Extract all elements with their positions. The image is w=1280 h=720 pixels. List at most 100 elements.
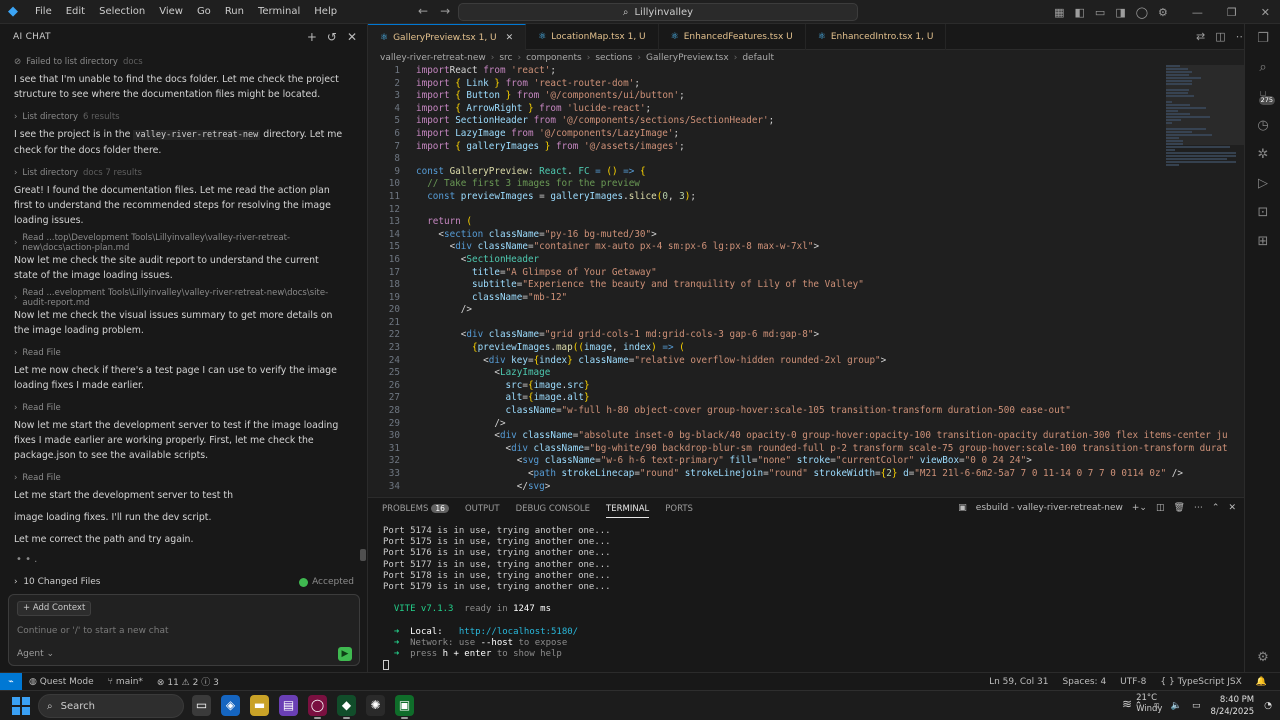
changed-files-toggle[interactable]: › 10 Changed Files: [14, 577, 100, 587]
kill-terminal-icon[interactable]: 🗑: [1173, 503, 1184, 513]
agent-selector[interactable]: Agent ⌄: [17, 649, 54, 659]
code-line[interactable]: <path strokeLinecap="round" strokeLinejo…: [416, 468, 1228, 481]
code-line[interactable]: <SectionHeader: [416, 254, 1228, 267]
code-line[interactable]: import { ArrowRight } from 'lucide-react…: [416, 103, 1228, 116]
copilot-icon[interactable]: ◈: [221, 695, 240, 716]
search-view-icon[interactable]: ⌕: [1245, 53, 1280, 82]
branch-indicator[interactable]: ⑂ main*: [101, 677, 150, 687]
timeline-icon[interactable]: ◷: [1245, 111, 1280, 140]
changed-files-bar[interactable]: › 10 Changed Files Accepted: [14, 575, 354, 589]
code-line[interactable]: [416, 317, 1228, 330]
code-line[interactable]: {previewImages.map((image, index) => (: [416, 342, 1228, 355]
more-icon[interactable]: ⋯: [1194, 503, 1203, 513]
debug-icon[interactable]: ✲: [1245, 140, 1280, 169]
terminal-name[interactable]: esbuild - valley-river-retreat-new: [976, 503, 1123, 513]
code-line[interactable]: src={image.src}: [416, 380, 1228, 393]
code-line[interactable]: alt={image.alt}: [416, 392, 1228, 405]
run-debug-icon[interactable]: ▷: [1245, 169, 1280, 198]
panel-tab-debug-console[interactable]: DEBUG CONSOLE: [516, 504, 590, 518]
toggle-panel-icon[interactable]: ▭: [1095, 6, 1105, 19]
command-center[interactable]: ⌕ Lillyinvalley: [458, 3, 858, 21]
menu-item-terminal[interactable]: Terminal: [251, 0, 307, 24]
breadcrumb-item[interactable]: sections: [595, 53, 632, 63]
code-line[interactable]: <div key={index} className="relative ove…: [416, 355, 1228, 368]
code-line[interactable]: />: [416, 304, 1228, 317]
chat-input[interactable]: [17, 623, 347, 639]
terminal-app-icon[interactable]: ▣: [395, 695, 414, 719]
explorer-icon[interactable]: ❐: [1245, 24, 1280, 53]
menu-item-help[interactable]: Help: [307, 0, 344, 24]
editor-tab[interactable]: ⚛ LocationMap.tsx 1, U: [526, 24, 659, 50]
code-line[interactable]: className="mb-12": [416, 292, 1228, 305]
editor-tab[interactable]: ⚛ GalleryPreview.tsx 1, U ✕: [368, 24, 527, 50]
cursor-position[interactable]: Ln 59, Col 31: [982, 677, 1055, 687]
code-line[interactable]: subtitle="Experience the beauty and tran…: [416, 279, 1228, 292]
code-lines[interactable]: importReact from 'react'; import { Link }…: [416, 65, 1228, 493]
chatgpt-icon[interactable]: ✺: [366, 695, 385, 716]
tool-call-item[interactable]: ⊘ Failed to list directory docs: [14, 54, 344, 69]
forward-arrow-icon[interactable]: →: [440, 4, 450, 18]
tool-call-item[interactable]: › List directory 6 results: [14, 109, 344, 124]
code-line[interactable]: import { Link } from 'react-router-dom';: [416, 78, 1228, 91]
encoding[interactable]: UTF-8: [1113, 677, 1153, 687]
panel-tab-terminal[interactable]: TERMINAL: [606, 504, 650, 518]
tool-call-item[interactable]: › Read File: [14, 400, 344, 415]
code-line[interactable]: const previewImages = galleryImages.slic…: [416, 191, 1228, 204]
code-line[interactable]: <div className="absolute inset-0 bg-blac…: [416, 430, 1227, 443]
opera-browser-icon[interactable]: ◯: [308, 695, 327, 719]
code-line[interactable]: </svg>: [416, 481, 1228, 494]
indentation[interactable]: Spaces: 4: [1055, 677, 1113, 687]
chevron-up-icon[interactable]: ⌃: [1135, 701, 1143, 711]
code-line[interactable]: import { galleryImages } from '@/assets/…: [416, 141, 1228, 154]
split-terminal-icon[interactable]: ◫: [1156, 503, 1165, 513]
close-tab-icon[interactable]: ✕: [506, 33, 514, 43]
breadcrumb-item[interactable]: default: [742, 53, 774, 63]
store-icon[interactable]: ▤: [279, 695, 298, 716]
panel-tab-problems[interactable]: PROBLEMS 16: [382, 504, 449, 518]
code-line[interactable]: title="A Glimpse of Your Getaway": [416, 267, 1228, 280]
toggle-sidebar-icon[interactable]: ◧: [1075, 6, 1085, 19]
tool-call-item[interactable]: › Read File: [14, 345, 344, 360]
breadcrumb-item[interactable]: GalleryPreview.tsx: [646, 53, 729, 63]
accounts-settings-icon[interactable]: ⚙: [1245, 643, 1280, 672]
remote-explorer-icon[interactable]: ⊡: [1245, 198, 1280, 227]
problems-indicator[interactable]: ⊗ 11 ⚠ 2 ⓘ 3: [150, 675, 226, 688]
source-control-icon[interactable]: ⑂275: [1245, 82, 1280, 111]
taskbar-search[interactable]: ⌕ Search: [38, 694, 184, 718]
code-line[interactable]: // Take first 3 images for the preview: [416, 178, 1228, 191]
menu-item-file[interactable]: File: [28, 0, 59, 24]
tool-call-item[interactable]: › Read ...top\Development Tools\Lillyinva…: [14, 233, 344, 253]
new-terminal-icon[interactable]: +⌄: [1132, 503, 1147, 513]
code-line[interactable]: import SectionHeader from '@/components/…: [416, 115, 1228, 128]
settings-gear-icon[interactable]: ⚙: [1158, 6, 1168, 19]
code-line[interactable]: return (: [416, 216, 1228, 229]
breadcrumb-item[interactable]: src: [499, 53, 512, 63]
account-icon[interactable]: ◯: [1136, 6, 1148, 19]
close-window-icon[interactable]: ✕: [1261, 6, 1270, 19]
windows-start-icon[interactable]: [12, 697, 30, 715]
history-icon[interactable]: ↺: [327, 30, 337, 44]
code-line[interactable]: importReact from 'react';: [416, 65, 1228, 78]
language-mode[interactable]: { } TypeScript JSX: [1153, 677, 1248, 687]
breadcrumb-item[interactable]: valley-river-retreat-new: [380, 53, 486, 63]
code-line[interactable]: />: [416, 418, 1228, 431]
add-context-button[interactable]: + Add Context: [17, 601, 92, 616]
editor-tab[interactable]: ⚛ EnhancedFeatures.tsx U: [659, 24, 806, 50]
close-panel-icon[interactable]: ✕: [1228, 503, 1236, 513]
menu-item-selection[interactable]: Selection: [92, 0, 152, 24]
tool-call-item[interactable]: › Read File: [14, 470, 344, 485]
code-line[interactable]: const GalleryPreview: React. FC = () => …: [416, 166, 1228, 179]
close-chat-icon[interactable]: ✕: [347, 30, 357, 44]
back-arrow-icon[interactable]: ←: [418, 4, 428, 18]
restore-icon[interactable]: ❐: [1227, 6, 1237, 19]
extensions-icon[interactable]: ⊞: [1245, 227, 1280, 256]
code-line[interactable]: <div className="grid grid-cols-1 md:grid…: [416, 329, 1228, 342]
code-line[interactable]: className="w-full h-80 object-cover grou…: [416, 405, 1228, 418]
code-line[interactable]: [416, 204, 1228, 217]
tool-call-item[interactable]: › Read ...evelopment Tools\Lillyinvalley\…: [14, 288, 344, 308]
task-view-icon[interactable]: ▭: [192, 695, 211, 716]
wifi-icon[interactable]: ⌔: [1152, 701, 1160, 712]
notification-icon[interactable]: ◔: [1264, 701, 1272, 711]
minimap[interactable]: [1166, 65, 1236, 166]
quest-mode[interactable]: ◍ Quest Mode: [22, 677, 101, 687]
